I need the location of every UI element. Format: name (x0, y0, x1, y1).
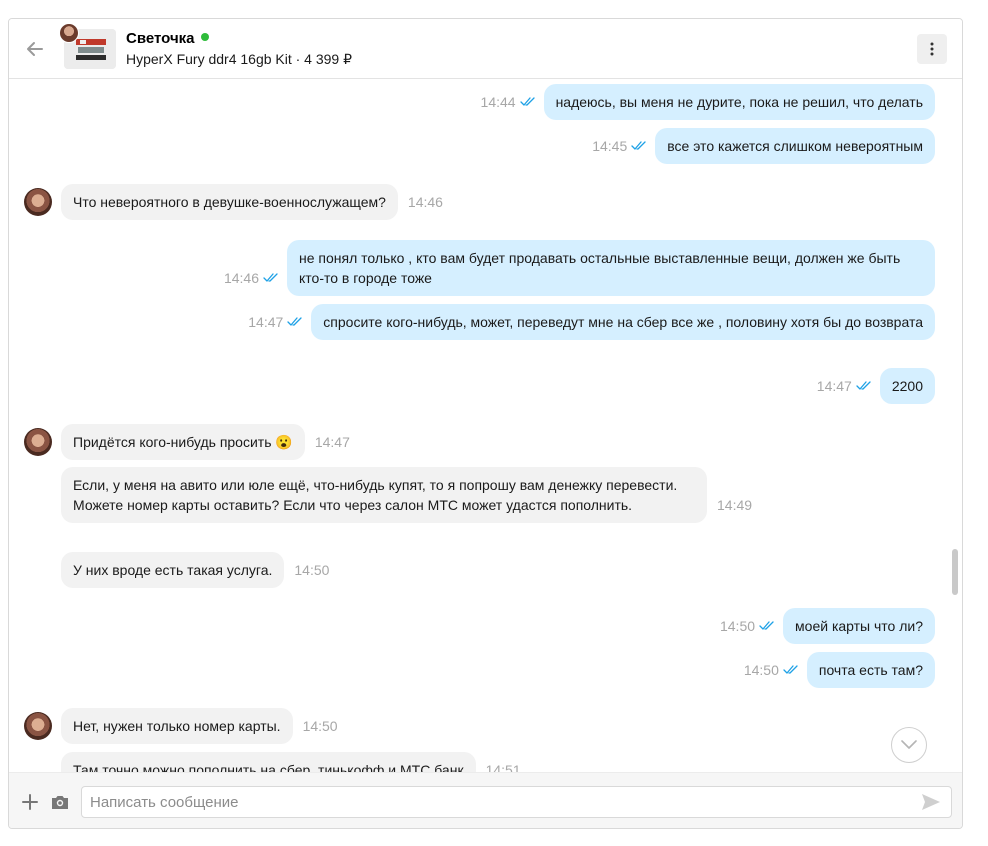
online-indicator (200, 33, 209, 41)
message-text: Нет, нужен только номер карты. (61, 708, 293, 744)
message-composer (9, 772, 962, 828)
message-text: почта есть там? (806, 652, 935, 688)
message-meta: 14:47 (248, 314, 303, 340)
outgoing-message[interactable]: 14:47 2200 (817, 368, 935, 404)
camera-icon[interactable] (50, 792, 70, 812)
message-meta: 14:47 (315, 434, 350, 460)
message-text: Что невероятного в девушке-военнослужаще… (61, 184, 398, 220)
arrow-left-icon (27, 42, 43, 56)
message-time: 14:50 (302, 718, 338, 734)
contact-avatar (59, 23, 79, 43)
message-meta: 14:49 (717, 497, 752, 523)
incoming-message[interactable]: Нет, нужен только номер карты. 14:50 (61, 708, 338, 744)
incoming-message[interactable]: Что невероятного в девушке-военнослужаще… (61, 184, 443, 220)
message-time: 14:46 (407, 194, 443, 210)
incoming-message[interactable]: У них вроде есть такая услуга. 14:50 (61, 552, 329, 588)
message-text: спросите кого-нибудь, может, переведут м… (311, 304, 935, 340)
message-meta: 14:50 (303, 718, 338, 744)
item-title-price[interactable]: HyperX Fury ddr4 16gb Kit · 4 399 ₽ (126, 51, 352, 68)
message-time: 14:47 (314, 434, 350, 450)
read-checkmarks-icon (759, 621, 775, 631)
message-text: У них вроде есть такая услуга. (61, 552, 285, 588)
chat-header: Светочка HyperX Fury ddr4 16gb Kit · 4 3… (9, 19, 962, 79)
outgoing-message[interactable]: 14:50 почта есть там? (744, 652, 935, 688)
message-time: 14:47 (816, 378, 852, 394)
sender-avatar[interactable] (24, 188, 52, 216)
message-meta: 14:46 (224, 270, 279, 296)
message-time: 14:49 (717, 497, 753, 513)
message-text: Придётся кого-нибудь просить 😮 (61, 424, 305, 460)
scrollbar-thumb[interactable] (952, 549, 958, 595)
outgoing-message[interactable]: 14:47 спросите кого-нибудь, может, переве… (248, 304, 935, 340)
contact-name-text: Светочка (126, 30, 195, 47)
message-meta: 14:51 (486, 762, 521, 772)
sender-avatar[interactable] (24, 428, 52, 456)
message-text: не понял только , кто вам будет продават… (287, 240, 935, 296)
message-time: 14:50 (743, 662, 779, 678)
message-meta: 14:45 (592, 138, 647, 164)
message-time: 14:45 (592, 138, 628, 154)
outgoing-message[interactable]: 14:46 не понял только , кто вам будет про… (224, 240, 935, 296)
message-text: Если, у меня на авито или юле ещё, что-н… (61, 467, 707, 523)
message-meta: 14:50 (294, 562, 329, 588)
read-checkmarks-icon (783, 665, 799, 675)
message-time: 14:51 (485, 762, 521, 772)
outgoing-message[interactable]: 14:45 все это кажется слишком невероятным (592, 128, 935, 164)
message-time: 14:47 (248, 314, 284, 330)
read-checkmarks-icon (631, 141, 647, 151)
scroll-to-bottom-button[interactable] (891, 727, 927, 763)
incoming-message[interactable]: Если, у меня на авито или юле ещё, что-н… (61, 467, 752, 523)
message-input[interactable] (81, 786, 952, 818)
send-icon[interactable] (921, 793, 941, 811)
incoming-message[interactable]: Придётся кого-нибудь просить 😮 14:47 (61, 424, 350, 460)
message-meta: 14:47 (817, 378, 872, 404)
message-meta: 14:46 (408, 194, 443, 220)
message-meta: 14:44 (481, 94, 536, 120)
message-meta: 14:50 (744, 662, 799, 688)
outgoing-message[interactable]: 14:44 надеюсь, вы меня не дурите, пока не… (481, 84, 935, 120)
kebab-menu-icon (930, 42, 934, 56)
message-time: 14:44 (480, 94, 516, 110)
message-text: 2200 (879, 368, 935, 404)
read-checkmarks-icon (856, 381, 872, 391)
chevron-down-icon (901, 740, 917, 749)
message-time: 14:46 (223, 270, 259, 286)
chat-window: Светочка HyperX Fury ddr4 16gb Kit · 4 3… (8, 18, 963, 829)
back-button[interactable] (23, 37, 47, 61)
plus-icon[interactable] (21, 793, 39, 811)
more-options-button[interactable] (917, 34, 947, 64)
sender-avatar[interactable] (24, 712, 52, 740)
message-time: 14:50 (719, 618, 756, 634)
message-meta: 14:50 (720, 618, 775, 644)
message-text: все это кажется слишком невероятным (655, 128, 935, 164)
message-text: моей карты что ли? (783, 608, 935, 644)
read-checkmarks-icon (263, 273, 279, 283)
incoming-message[interactable]: Там точно можно пополнить на сбер, тиньк… (61, 752, 521, 772)
message-time: 14:50 (294, 562, 330, 578)
message-text: надеюсь, вы меня не дурите, пока не реши… (543, 84, 935, 120)
outgoing-message[interactable]: 14:50 моей карты что ли? (720, 608, 935, 644)
message-text: Там точно можно пополнить на сбер, тиньк… (61, 752, 476, 772)
read-checkmarks-icon (519, 97, 536, 107)
contact-name: Светочка (126, 30, 209, 47)
read-checkmarks-icon (287, 317, 303, 327)
message-list[interactable]: 14:44 надеюсь, вы меня не дурите, пока не… (9, 80, 962, 772)
